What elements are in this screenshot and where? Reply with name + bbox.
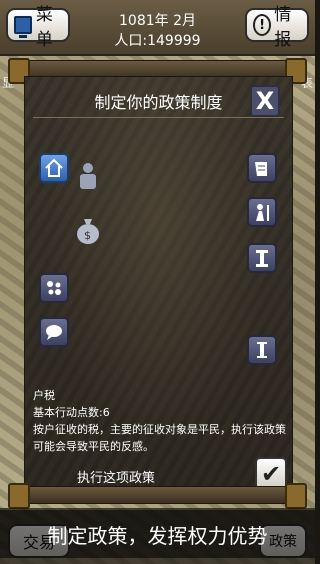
- policy-cost: 基本行动点数:6: [33, 406, 110, 419]
- close-button[interactable]: X: [250, 85, 280, 117]
- info-label: 情报: [274, 5, 292, 50]
- pillar-policy-icon[interactable]: [247, 243, 277, 273]
- title-divider: [33, 117, 284, 118]
- policy-description-block: 户税 基本行动点数:6 按户征收的税，主要的征收对象是平民，执行该政策可能会导致…: [33, 387, 288, 455]
- policy-description: 按户征收的税，主要的征收对象是平民，执行该政策可能会导致平民的反感。: [33, 423, 286, 453]
- column-policy-icon[interactable]: [247, 335, 277, 365]
- scroll-bottom-rod: [16, 486, 301, 504]
- promo-caption: 制定政策，发挥权力优势: [0, 510, 315, 558]
- people-policy-icon[interactable]: [73, 161, 103, 191]
- svg-text:$: $: [84, 229, 91, 242]
- speech-policy-icon[interactable]: [39, 317, 69, 347]
- top-bar: 菜单 1081年 2月 人口:149999 ! 情报: [0, 0, 315, 56]
- home-policy-icon[interactable]: [39, 153, 69, 183]
- bubbles-policy-icon[interactable]: [39, 273, 69, 303]
- info-button[interactable]: ! 情报: [245, 5, 309, 50]
- money-bag-policy-icon[interactable]: $: [73, 215, 103, 245]
- policy-dialog: 制定你的政策制度 X $ 户税 基本行动点数:6 按户征收的税，主要的征收对象是…: [24, 76, 293, 491]
- scroll-knob-icon: [8, 483, 30, 509]
- policy-name: 户税: [33, 389, 55, 402]
- scroll-policy-icon[interactable]: [247, 153, 277, 183]
- exclamation-icon: !: [253, 14, 272, 36]
- execute-policy-label: 执行这项政策: [77, 471, 156, 486]
- worker-policy-icon[interactable]: [247, 197, 277, 227]
- scroll-knob-icon: [285, 483, 307, 509]
